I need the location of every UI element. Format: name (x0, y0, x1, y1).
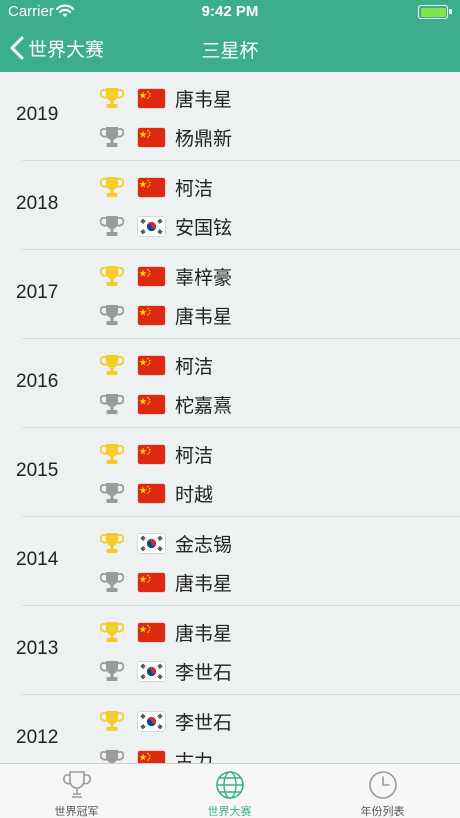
winner-entry: 辜梓豪 (100, 262, 232, 290)
season-year: 2014 (16, 549, 59, 570)
winner-name: 柯洁 (175, 177, 214, 200)
winner-entry: 柯洁 (100, 440, 213, 468)
globe-icon (216, 771, 244, 799)
gold-trophy-icon (100, 444, 124, 464)
runner-up-entry: 唐韦星 (100, 568, 232, 596)
trophy-outline-icon (62, 771, 92, 798)
tab-world-tournaments[interactable]: 世界大赛 (153, 764, 306, 818)
season-row-2013[interactable]: 2013 唐韦星李世石 (0, 606, 460, 695)
silver-trophy-icon (100, 750, 124, 763)
season-year: 2016 (16, 371, 59, 392)
china-flag-icon (138, 444, 165, 464)
tab-year-list[interactable]: 年份列表 (306, 764, 459, 818)
runner-up-name: 唐韦星 (175, 305, 233, 328)
tab-world-champions-label: 世界冠军 (54, 805, 99, 818)
season-row-2019[interactable]: 2019 唐韦星杨鼎新 (0, 72, 460, 161)
winner-name: 唐韦星 (175, 88, 233, 111)
china-flag-icon (138, 394, 165, 414)
china-flag-icon (138, 750, 165, 763)
status-time: 9:42 PM (201, 3, 259, 20)
winner-entry: 柯洁 (100, 173, 213, 201)
runner-up-entry: 唐韦星 (100, 301, 232, 329)
season-year: 2012 (16, 727, 59, 748)
runner-up-entry: 柁嘉熹 (100, 390, 232, 418)
winner-entry: 唐韦星 (100, 84, 232, 112)
season-row-2016[interactable]: 2016 柯洁柁嘉熹 (0, 339, 460, 428)
season-row-2015[interactable]: 2015 柯洁时越 (0, 428, 460, 517)
runner-up-name: 时越 (175, 483, 214, 506)
season-list[interactable]: 2019 唐韦星 杨鼎新 2018 柯洁 安国铉 2017 辜梓豪 唐韦星 2016 柯洁 柁嘉熹 20… (0, 72, 460, 763)
silver-trophy-icon (100, 127, 124, 147)
winner-name: 柯洁 (175, 444, 214, 467)
season-row-2014[interactable]: 2014 金志锡唐韦星 (0, 517, 460, 606)
china-flag-icon (138, 88, 165, 108)
gold-trophy-icon (100, 177, 124, 197)
runner-up-name: 唐韦星 (175, 572, 233, 595)
winner-name: 金志锡 (175, 533, 233, 556)
runner-up-name: 李世石 (175, 661, 233, 684)
runner-up-entry: 安国铉 (100, 212, 232, 240)
korea-flag-icon (138, 533, 165, 553)
navigation-bar: 世界大赛 三星杯 (0, 24, 460, 72)
runner-up-entry: 古力 (100, 746, 213, 763)
china-flag-icon (138, 355, 165, 375)
china-flag-icon (138, 622, 165, 642)
winner-entry: 唐韦星 (100, 618, 232, 646)
runner-up-entry: 李世石 (100, 657, 232, 685)
page-title: 三星杯 (201, 41, 259, 62)
battery-icon (418, 5, 452, 19)
gold-trophy-icon (100, 711, 124, 731)
silver-trophy-icon (100, 661, 124, 681)
winner-entry: 金志锡 (100, 529, 232, 557)
season-row-2018[interactable]: 2018 柯洁安国铉 (0, 161, 460, 250)
winner-name: 柯洁 (175, 355, 214, 378)
tab-year-list-label: 年份列表 (360, 805, 405, 818)
winner-name: 唐韦星 (175, 622, 233, 645)
season-year: 2018 (16, 193, 59, 214)
china-flag-icon (138, 266, 165, 286)
china-flag-icon (138, 305, 165, 325)
runner-up-entry: 时越 (100, 479, 213, 507)
silver-trophy-icon (100, 394, 124, 414)
gold-trophy-icon (100, 533, 124, 553)
season-year: 2017 (16, 282, 59, 303)
season-year: 2015 (16, 460, 59, 481)
silver-trophy-icon (100, 483, 124, 503)
runner-up-name: 安国铉 (175, 216, 233, 239)
korea-flag-icon (138, 216, 165, 236)
china-flag-icon (138, 177, 165, 197)
tab-bar: 世界冠军 世界大赛 年份列表 (0, 763, 460, 818)
silver-trophy-icon (100, 572, 124, 592)
winner-entry: 柯洁 (100, 351, 213, 379)
status-bar: Carrier 9:42 PM (0, 0, 460, 24)
season-row-2017[interactable]: 2017 辜梓豪唐韦星 (0, 250, 460, 339)
runner-up-name: 古力 (175, 750, 214, 764)
china-flag-icon (138, 483, 165, 503)
season-row-2012[interactable]: 2012 李世石古力 (0, 695, 460, 763)
season-year: 2019 (16, 104, 59, 125)
korea-flag-icon (138, 661, 165, 681)
silver-trophy-icon (100, 216, 124, 236)
korea-flag-icon (138, 711, 165, 731)
winner-entry: 李世石 (100, 707, 232, 735)
runner-up-name: 柁嘉熹 (175, 394, 233, 417)
tab-world-tournaments-label: 世界大赛 (207, 805, 252, 818)
china-flag-icon (138, 127, 165, 147)
gold-trophy-icon (100, 88, 124, 108)
clock-icon (369, 771, 397, 799)
gold-trophy-icon (100, 266, 124, 286)
season-year: 2013 (16, 638, 59, 659)
winner-name: 辜梓豪 (175, 266, 233, 289)
silver-trophy-icon (100, 305, 124, 325)
runner-up-entry: 杨鼎新 (100, 123, 232, 151)
runner-up-name: 杨鼎新 (175, 127, 233, 150)
winner-name: 李世石 (175, 711, 233, 734)
tab-world-champions[interactable]: 世界冠军 (0, 764, 153, 818)
china-flag-icon (138, 572, 165, 592)
gold-trophy-icon (100, 355, 124, 375)
gold-trophy-icon (100, 622, 124, 642)
